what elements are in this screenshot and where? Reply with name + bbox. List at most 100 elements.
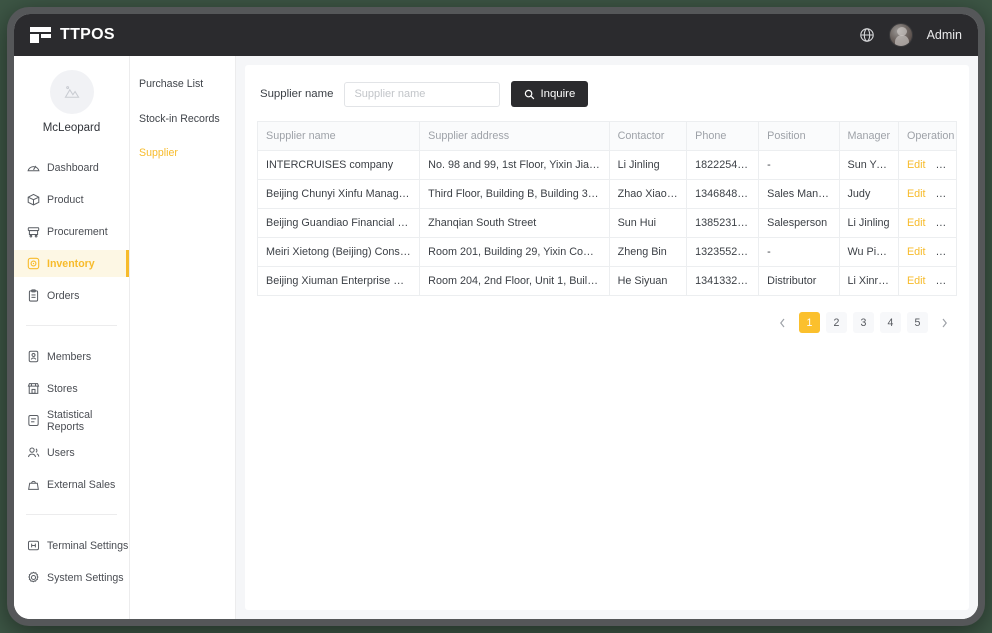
sidebar-item-dashboard[interactable]: Dashboard	[14, 154, 129, 181]
sidebar-divider-1	[26, 325, 117, 326]
cell-contactor: He Siyuan	[608, 266, 688, 296]
edit-link[interactable]: Edit	[907, 188, 926, 200]
pagination-page-5[interactable]: 5	[907, 312, 928, 333]
gear-icon	[28, 571, 39, 583]
product-icon	[27, 193, 40, 206]
cell-manager: Li Jinling	[838, 208, 899, 238]
app-header: TTPOS Admin	[14, 14, 978, 56]
cell-supplier-address: Zhanqian South Street	[419, 208, 610, 238]
column-header-phone: Phone	[686, 121, 760, 151]
ttpos-logo-icon	[30, 27, 51, 43]
cell-operation: Edit Delete	[897, 208, 958, 238]
edit-link[interactable]: Edit	[907, 159, 926, 171]
sidebar-item-label: Terminal Settings	[47, 539, 129, 552]
header-actions: Admin	[859, 23, 962, 47]
app-body: McLeopard Dashboard Product Procurement …	[14, 56, 978, 619]
table-row: INTERCRUISES company No. 98 and 99, 1st …	[256, 150, 958, 180]
cell-position: Distributor	[758, 266, 840, 296]
sidebar-item-users[interactable]: Users	[14, 439, 129, 466]
table-row: Meiri Xietong (Beijing) Consulting... Ro…	[256, 237, 958, 267]
cell-position: -	[758, 237, 840, 267]
sidebar-nav-secondary: Members Stores Statistical Reports Users…	[14, 343, 129, 498]
column-header-manager: Manager	[838, 121, 899, 151]
sidebar-item-members[interactable]: Members	[14, 343, 129, 370]
dashboard-icon	[27, 165, 40, 172]
users-icon	[27, 447, 40, 458]
submenu-panel: Purchase List Stock-in Records Supplier	[130, 56, 236, 619]
sidebar-item-product[interactable]: Product	[14, 186, 129, 213]
cell-contactor: Zhao Xiaoyue	[608, 179, 688, 209]
sidebar-item-stores[interactable]: Stores	[14, 375, 129, 402]
sidebar-item-label: Procurement	[47, 225, 108, 238]
desktop-background: TTPOS Admin McLeopard Dashboard Product …	[0, 0, 992, 633]
cell-supplier-name: Beijing Xiuman Enterprise Manage...	[256, 266, 421, 296]
edit-link[interactable]: Edit	[907, 246, 926, 258]
sidebar-item-procurement[interactable]: Procurement	[14, 218, 129, 245]
cell-phone: 18222547251	[686, 150, 760, 180]
table-row: Beijing Guandiao Financial Plannin... Zh…	[256, 208, 958, 238]
submenu-item-stock-in-records[interactable]: Stock-in Records	[139, 113, 235, 126]
delete-link[interactable]: Delete	[936, 188, 956, 200]
sidebar-item-label: Inventory	[47, 257, 95, 270]
content-area: Supplier name Inquire	[236, 56, 978, 619]
user-name[interactable]: Admin	[927, 28, 962, 42]
sidebar: McLeopard Dashboard Product Procurement …	[14, 56, 130, 619]
sidebar-item-terminal-settings[interactable]: Terminal Settings	[14, 532, 129, 559]
cell-supplier-address: Room 204, 2nd Floor, Unit 1, Buildi...	[419, 266, 610, 296]
sidebar-item-system-settings[interactable]: System Settings	[14, 564, 129, 591]
cell-supplier-name: INTERCRUISES company	[256, 150, 421, 180]
edit-link[interactable]: Edit	[907, 275, 926, 287]
cell-manager: Judy	[838, 179, 899, 209]
pagination-page-3[interactable]: 3	[853, 312, 874, 333]
inquire-button-label: Inquire	[540, 88, 576, 100]
pagination-page-4[interactable]: 4	[880, 312, 901, 333]
delete-link[interactable]: Delete	[936, 246, 956, 258]
search-toolbar: Supplier name Inquire	[257, 81, 957, 107]
column-header-contactor: Contactor	[608, 121, 688, 151]
pagination-next[interactable]	[934, 312, 955, 333]
cell-phone: 13413329906	[686, 266, 760, 296]
cell-supplier-address: Third Floor, Building B, Building 33,...	[419, 179, 610, 209]
cell-operation: Edit Delete	[897, 237, 958, 267]
cell-contactor: Zheng Bin	[608, 237, 688, 267]
sidebar-nav-primary: Dashboard Product Procurement Inventory …	[14, 154, 129, 309]
sidebar-item-label: Users	[47, 446, 75, 459]
pagination-page-2[interactable]: 2	[826, 312, 847, 333]
table-header-row: Supplier name Supplier address Contactor…	[256, 121, 958, 151]
search-input[interactable]	[344, 81, 501, 107]
table-row: Beijing Chunyi Xinfu Management... Third…	[256, 179, 958, 209]
inquire-button[interactable]: Inquire	[511, 81, 589, 107]
supplier-table: Supplier name Supplier address Contactor…	[256, 121, 958, 296]
delete-link[interactable]: Delete	[936, 275, 956, 287]
sidebar-item-statistical-reports[interactable]: Statistical Reports	[14, 407, 129, 434]
globe-icon[interactable]	[859, 27, 875, 43]
pagination-page-1[interactable]: 1	[799, 312, 820, 333]
delete-link[interactable]: Delete	[936, 217, 956, 229]
edit-link[interactable]: Edit	[907, 217, 926, 229]
brand-logo[interactable]: TTPOS	[30, 26, 115, 44]
submenu-item-purchase-list[interactable]: Purchase List	[139, 78, 235, 91]
profile-avatar[interactable]	[49, 70, 94, 114]
pagination-prev[interactable]	[772, 312, 793, 333]
column-header-supplier-address: Supplier address	[419, 121, 610, 151]
avatar[interactable]	[888, 23, 913, 47]
sidebar-item-label: Orders	[47, 289, 80, 302]
column-header-position: Position	[758, 121, 840, 151]
sidebar-item-orders[interactable]: Orders	[14, 282, 129, 309]
app-window: TTPOS Admin McLeopard Dashboard Product …	[14, 14, 978, 619]
members-icon	[28, 350, 39, 363]
sidebar-divider-2	[26, 514, 117, 515]
profile-name: McLeopard	[42, 122, 101, 134]
cell-operation: Edit Delete	[897, 266, 958, 296]
delete-link[interactable]: Delete	[936, 159, 956, 171]
stores-icon	[27, 383, 40, 394]
sidebar-item-external-sales[interactable]: External Sales	[14, 471, 129, 498]
submenu-item-supplier[interactable]: Supplier	[139, 147, 235, 160]
chevron-right-icon	[942, 318, 947, 327]
cell-position: Sales Manager	[758, 179, 840, 209]
cell-manager: Li Xinran	[838, 266, 899, 296]
external-sales-icon	[28, 480, 39, 490]
sidebar-item-inventory[interactable]: Inventory	[14, 250, 129, 277]
sidebar-item-label: Product	[47, 193, 84, 206]
cell-position: -	[758, 150, 840, 180]
